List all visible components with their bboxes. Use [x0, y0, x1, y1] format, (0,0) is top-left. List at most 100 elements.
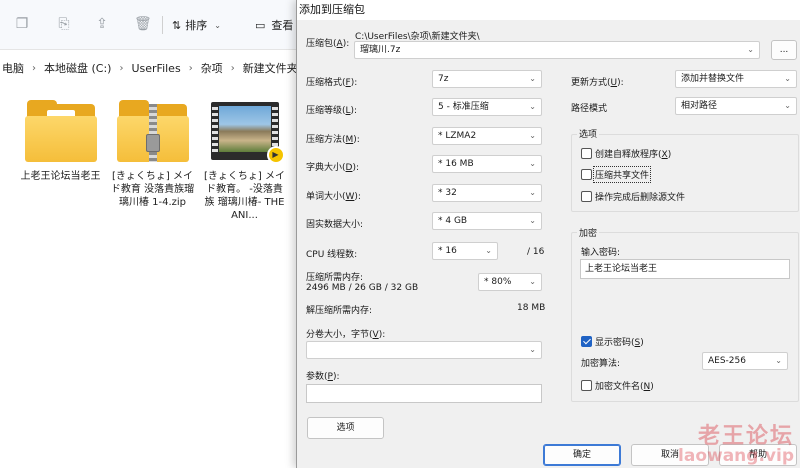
chevron-down-icon: ⌄ [485, 246, 492, 255]
ok-button[interactable]: 确定 [543, 444, 621, 466]
chevron-down-icon: ⌄ [529, 102, 536, 111]
browse-button[interactable]: ... [771, 40, 797, 60]
explorer-toolbar: ❐ ⎘ ⇪ 🗑 ⇅ 排序 ⌄ ▭ 查看 [0, 0, 300, 50]
chevron-down-icon: ⌄ [529, 131, 536, 140]
archive-label: 压缩包(A): [306, 39, 350, 49]
password-label: 输入密码: [581, 248, 621, 258]
decompress-memory-label: 解压缩所需内存: [306, 306, 373, 316]
method-select[interactable]: * LZMA2 ⌄ [432, 127, 542, 145]
breadcrumb-item-computer[interactable]: 电脑 [2, 60, 24, 76]
encrypt-names-label: 加密文件名(N) [595, 382, 654, 392]
word-size-label: 单词大小(W): [306, 192, 361, 202]
show-password-checkbox[interactable]: 显示密码(S) [581, 335, 644, 348]
password-input[interactable]: 上老王论坛当老王 [580, 259, 790, 279]
rename-icon[interactable]: ⎘ [56, 16, 72, 32]
archive-name-combo[interactable]: 瑠璃川.7z ⌄ [354, 41, 760, 59]
checkbox-sfx[interactable] [581, 148, 592, 159]
folder-icon [24, 100, 97, 162]
chevron-right-icon: › [32, 62, 36, 74]
checkbox-show-password[interactable] [581, 336, 592, 347]
toolbar-divider [162, 16, 163, 34]
sort-icon: ⇅ [172, 18, 182, 32]
encryption-method-label: 加密算法: [581, 359, 621, 369]
decompress-memory-value: 18 MB [517, 303, 546, 313]
chevron-down-icon: ⌄ [529, 345, 536, 354]
create-sfx-checkbox[interactable]: 创建自释放程序(X) [581, 147, 671, 160]
encryption-method-value: AES-256 [708, 356, 746, 366]
view-icon: ▭ [255, 18, 266, 32]
breadcrumb: 电脑 › 本地磁盘 (C:) › UserFiles › 杂项 › 新建文件夹 [0, 58, 300, 78]
checkbox-shared[interactable] [581, 169, 592, 180]
method-label: 压缩方法(M): [306, 135, 360, 145]
cancel-button[interactable]: 取消 [631, 444, 709, 466]
solid-block-value: * 4 GB [438, 216, 468, 226]
file-name: [きょくちょ] メイド教育 没落貴族瑠璃川椿 1-4.zip [110, 171, 195, 208]
level-value: 5 - 标准压缩 [438, 102, 489, 112]
update-mode-select[interactable]: 添加并替换文件 ⌄ [675, 70, 797, 88]
solid-block-label: 固实数据大小: [306, 220, 364, 230]
level-select[interactable]: 5 - 标准压缩 ⌄ [432, 98, 542, 116]
cpu-threads-select[interactable]: * 16 ⌄ [432, 242, 498, 260]
path-mode-select[interactable]: 相对路径 ⌄ [675, 97, 797, 115]
sort-button[interactable]: ⇅ 排序 ⌄ [172, 15, 221, 35]
breadcrumb-item-drive[interactable]: 本地磁盘 (C:) [44, 60, 111, 76]
cpu-threads-label: CPU 线程数: [306, 250, 358, 260]
play-badge-icon: ▶ [266, 146, 285, 164]
breadcrumb-item-new-folder[interactable]: 新建文件夹 [243, 60, 298, 76]
file-item-zip[interactable]: [きょくちょ] メイド教育 没落貴族瑠璃川椿 1-4.zip [110, 100, 195, 209]
options-button[interactable]: 选项 [307, 417, 384, 439]
video-thumbnail [218, 106, 271, 152]
chevron-down-icon: ⌄ [529, 74, 536, 83]
memory-usage-select[interactable]: * 80% ⌄ [478, 273, 542, 291]
split-volume-select[interactable]: ⌄ [306, 341, 542, 359]
breadcrumb-item-userfiles[interactable]: UserFiles [131, 62, 180, 75]
checkbox-encrypt-names[interactable] [581, 380, 592, 391]
chevron-down-icon: ⌄ [784, 101, 791, 110]
split-volume-label: 分卷大小，字节(V): [306, 330, 386, 340]
word-size-select[interactable]: * 32 ⌄ [432, 184, 542, 202]
show-password-label: 显示密码(S) [595, 338, 644, 348]
file-item-folder[interactable]: 上老王论坛当老王 [18, 100, 103, 183]
archive-name-value: 瑠璃川.7z [360, 45, 401, 55]
chevron-down-icon: ⌄ [747, 45, 754, 54]
view-label: 查看 [271, 19, 294, 32]
memory-usage-value: * 80% [484, 277, 512, 287]
breadcrumb-item-misc[interactable]: 杂项 [201, 60, 223, 76]
delete-after-checkbox[interactable]: 操作完成后删除源文件 [581, 190, 685, 203]
dictionary-select[interactable]: * 16 MB ⌄ [432, 155, 542, 173]
parameters-input[interactable] [306, 384, 542, 403]
file-item-video[interactable]: ▶ [きょくちょ] メイド教育。 -没落貴族 瑠璃川椿- THE ANI... [202, 100, 287, 222]
solid-block-select[interactable]: * 4 GB ⌄ [432, 212, 542, 230]
cpu-threads-value: * 16 [438, 246, 457, 256]
path-mode-label: 路径模式 [571, 104, 608, 114]
dictionary-label: 字典大小(D): [306, 163, 359, 173]
encryption-method-select[interactable]: AES-256 ⌄ [702, 352, 788, 370]
view-button[interactable]: ▭ 查看 [255, 15, 293, 35]
help-button[interactable]: 帮助 [719, 444, 797, 466]
chevron-down-icon: ⌄ [784, 74, 791, 83]
format-label: 压缩格式(F): [306, 78, 358, 88]
word-size-value: * 32 [438, 188, 457, 198]
format-select[interactable]: 7z ⌄ [432, 70, 542, 88]
memory-detail: 2496 MB / 26 GB / 32 GB [306, 283, 419, 293]
dictionary-value: * 16 MB [438, 159, 474, 169]
encrypt-names-checkbox[interactable]: 加密文件名(N) [581, 379, 654, 392]
method-value: * LZMA2 [438, 131, 477, 141]
add-to-archive-dialog: 添加到压缩包 压缩包(A): C:\UserFiles\杂项\新建文件夹\ 瑠璃… [296, 0, 800, 468]
update-mode-label: 更新方式(U): [571, 78, 624, 88]
chevron-right-icon: › [119, 62, 124, 74]
update-mode-value: 添加并替换文件 [681, 74, 745, 84]
copy-icon[interactable]: ❐ [14, 16, 30, 32]
delete-after-label: 操作完成后删除源文件 [595, 193, 686, 203]
chevron-down-icon: ⌄ [529, 277, 536, 286]
parameters-label: 参数(P): [306, 372, 340, 382]
delete-icon[interactable]: 🗑 [134, 16, 152, 32]
sort-label: 排序 [185, 19, 208, 32]
compress-shared-checkbox[interactable]: 压缩共享文件 [581, 166, 652, 183]
checkbox-delete[interactable] [581, 191, 592, 202]
chevron-right-icon: › [230, 62, 235, 74]
chevron-down-icon: ⌄ [775, 356, 782, 365]
share-icon[interactable]: ⇪ [94, 16, 110, 32]
options-group-title: 选项 [577, 127, 600, 140]
path-mode-value: 相对路径 [681, 101, 718, 111]
